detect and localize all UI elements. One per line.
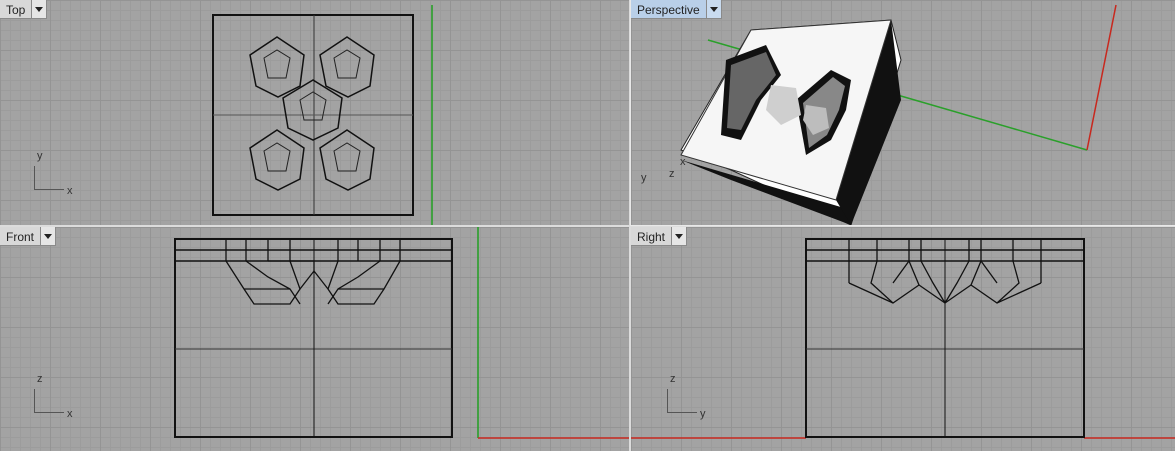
viewport-front[interactable]: Front x z [0,227,629,451]
axis-indicator: x y [34,150,94,200]
dropdown-arrow-icon[interactable] [40,227,56,245]
viewport-tab-top[interactable]: Top [0,0,48,19]
axis-indicator: y z [667,373,727,423]
cutout-profile [225,239,401,305]
viewport-label: Top [6,3,26,17]
viewport-label: Front [6,230,35,244]
dropdown-arrow-icon[interactable] [31,0,47,18]
top-view-geometry [212,5,433,225]
viewport-label: Perspective [637,3,700,17]
dropdown-arrow-icon[interactable] [671,227,687,245]
viewport-top[interactable]: Top x y [0,0,629,225]
viewport-right[interactable]: Right y z [631,227,1175,451]
red-axis-line [1086,4,1117,151]
axis-indicator: x z [34,373,94,423]
front-view-geometry [174,227,629,439]
hexagon-cutouts [249,36,375,191]
perspective-view-geometry [680,4,1117,225]
viewport-tab-front[interactable]: Front [0,227,57,246]
viewport-tab-right[interactable]: Right [631,227,688,246]
axis-indicator: y z x [641,156,686,184]
viewport-label: Right [637,230,666,244]
viewport-perspective[interactable]: Perspective y z x [630,0,1175,226]
dropdown-arrow-icon[interactable] [705,0,721,18]
viewport-tab-perspective[interactable]: Perspective [631,0,722,19]
